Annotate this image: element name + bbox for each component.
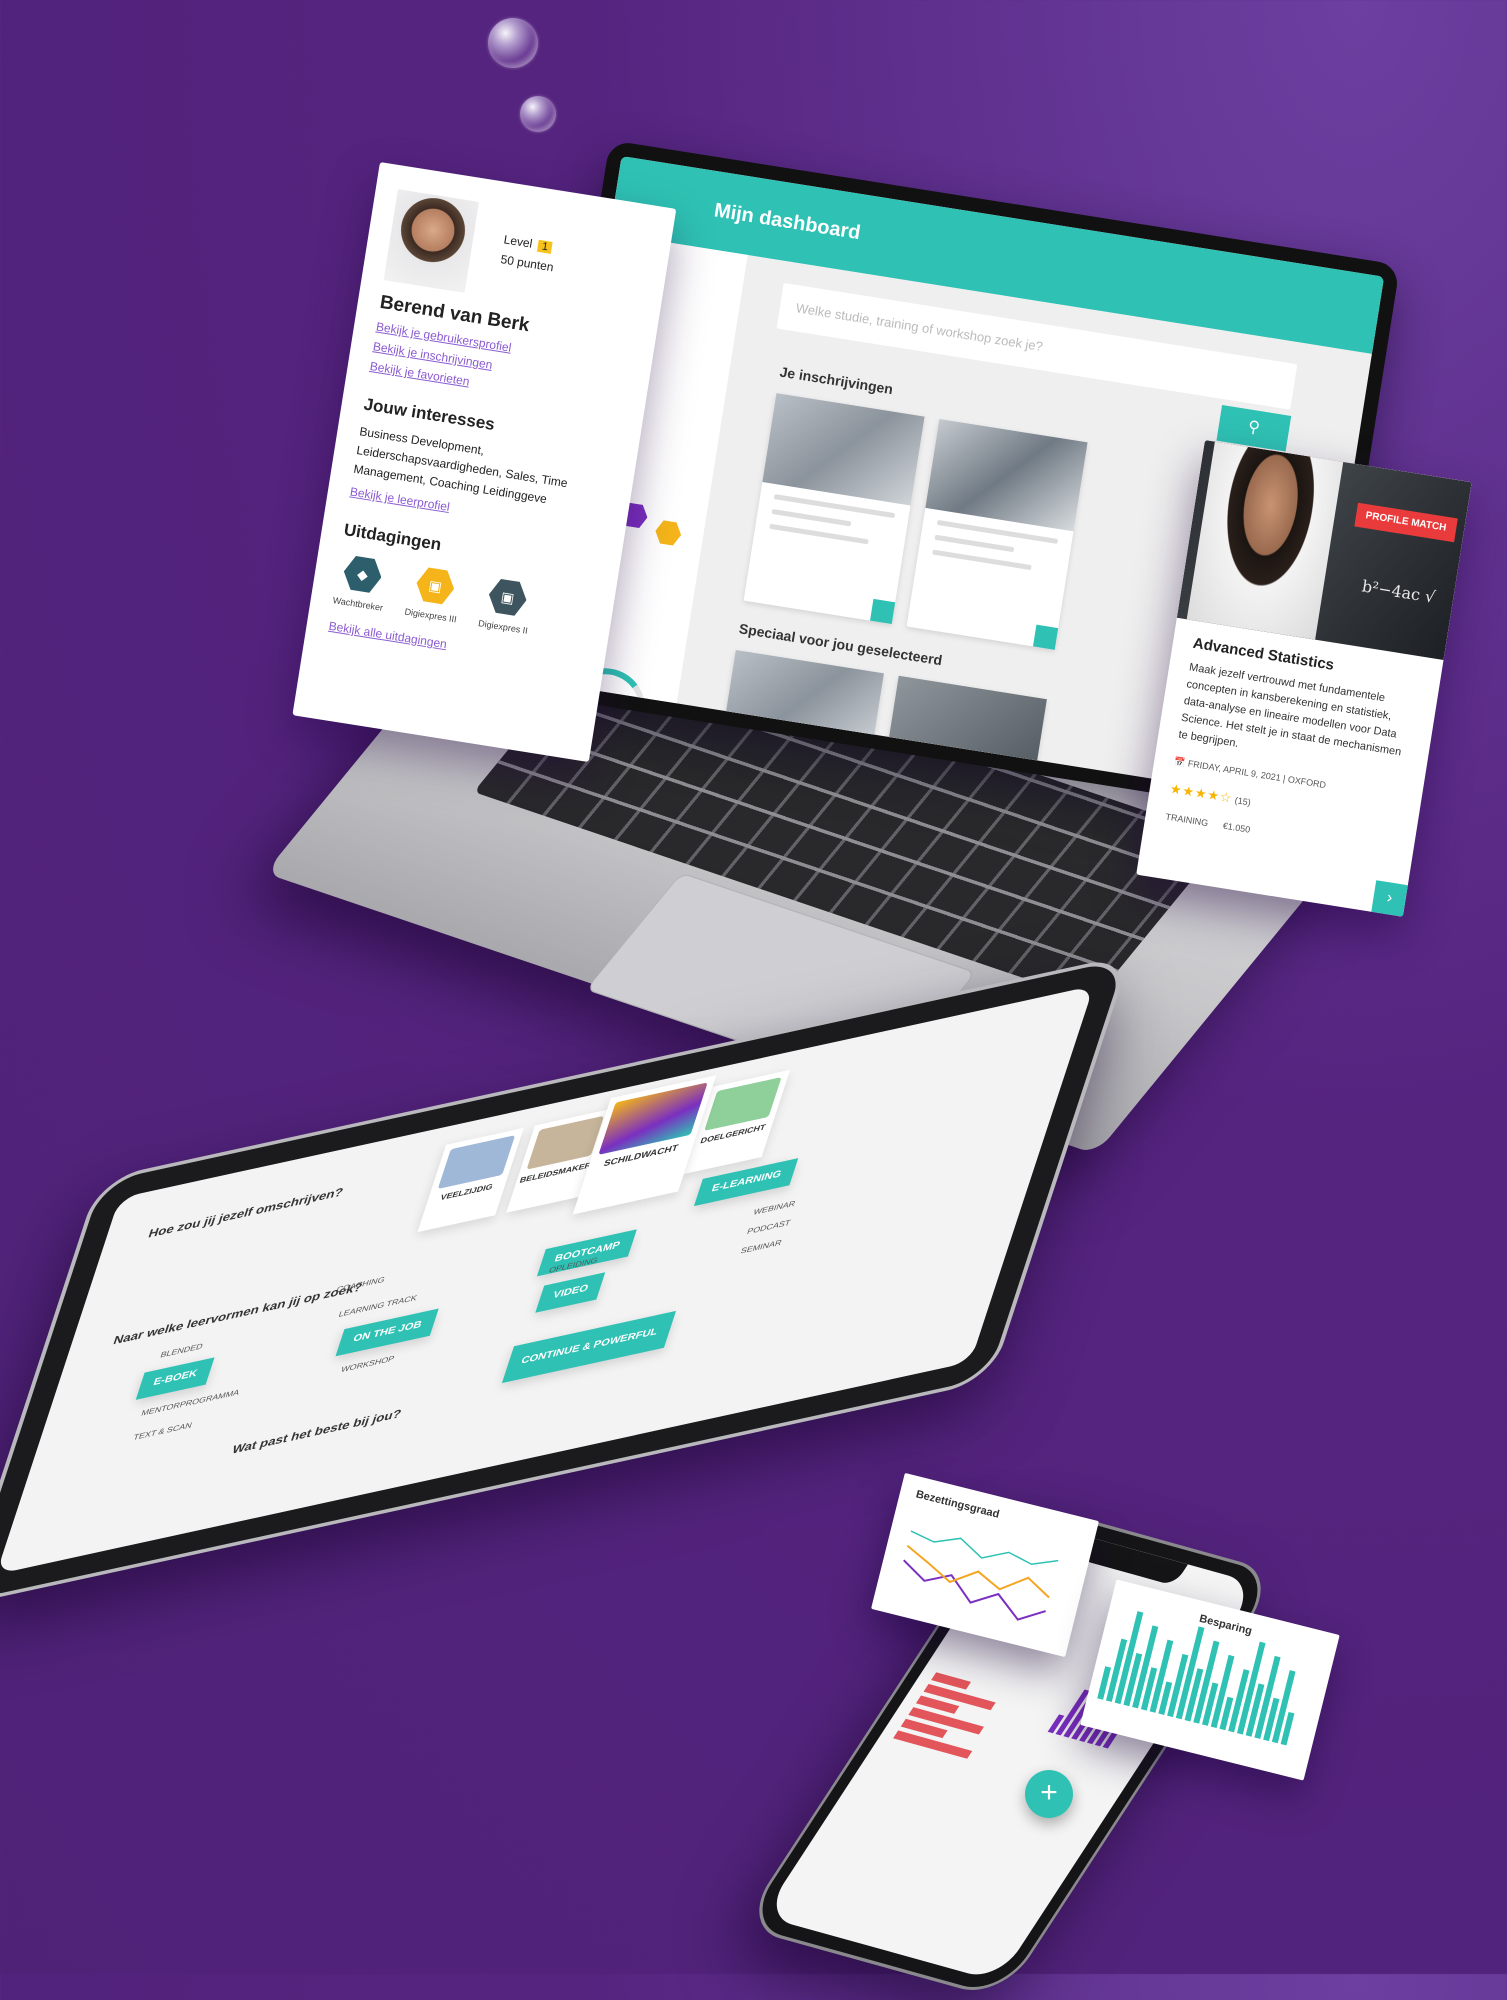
- rating-count: (15): [1234, 795, 1252, 808]
- text-placeholder: [769, 523, 869, 545]
- badge-label: Digiexpres III: [403, 606, 458, 625]
- puzzle-icon: ◆: [341, 553, 384, 596]
- search-icon: ⚲: [1246, 418, 1262, 438]
- red-bar-chart: [893, 1672, 996, 1759]
- occupancy-chart-card: Bezettingsgraad: [871, 1472, 1099, 1658]
- chart-line-purple: [903, 1559, 1046, 1621]
- question-best-fit: Wat past het beste bij jou?: [230, 1406, 404, 1457]
- course-image: [762, 393, 925, 506]
- badge-label: Digiexpres II: [477, 618, 529, 636]
- option-chip[interactable]: E-BOEK: [135, 1357, 215, 1400]
- challenge-badge[interactable]: ◆ Wachtbreker: [332, 552, 391, 613]
- challenge-badge[interactable]: ▣ Digiexpres II: [478, 575, 536, 636]
- section-title-inschrijvingen: Je inschrijvingen: [778, 363, 895, 398]
- option-text[interactable]: WEBINAR: [752, 1199, 796, 1217]
- star-rating: ★★★★☆: [1168, 780, 1234, 806]
- chart-line-teal: [910, 1530, 1059, 1566]
- option-text[interactable]: COACHING: [335, 1275, 386, 1294]
- course-price: €1.050: [1222, 820, 1251, 835]
- option-chip[interactable]: VIDEO: [535, 1272, 606, 1313]
- question-learning-forms: Naar welke leervormen kan jij op zoek?: [111, 1279, 365, 1348]
- course-photo-person: [1186, 441, 1344, 640]
- option-text[interactable]: BLENDED: [159, 1342, 204, 1360]
- card-illustration: [437, 1135, 516, 1189]
- open-course-button[interactable]: [1032, 624, 1059, 650]
- level-label: Level: [502, 232, 534, 251]
- text-placeholder: [771, 508, 852, 527]
- option-text[interactable]: SEMINAR: [740, 1238, 783, 1256]
- card-illustration: [704, 1077, 782, 1131]
- level-value: 1: [537, 239, 553, 254]
- monitor-icon: ▣: [414, 564, 457, 607]
- level-info: Level 1 50 punten: [500, 232, 558, 274]
- option-chip[interactable]: CONTINUE & POWERFUL: [501, 1310, 677, 1384]
- profile-match-badge: PROFILE MATCH: [1353, 502, 1458, 543]
- occupancy-line-chart: [903, 1530, 1059, 1621]
- personality-card[interactable]: VEELZIJDIG: [417, 1127, 524, 1233]
- open-course-button[interactable]: [870, 598, 896, 625]
- question-describe-yourself: Hoe zou jij jezelf omschrijven?: [146, 1184, 346, 1241]
- monitor-icon: ▣: [486, 576, 529, 619]
- chalkboard-formula: b²−4ac √: [1360, 576, 1437, 607]
- challenge-badge[interactable]: ▣ Digiexpres III: [404, 563, 464, 625]
- plus-icon: +: [1040, 1776, 1058, 1809]
- course-card[interactable]: [906, 418, 1088, 650]
- badge-label: Wachtbreker: [332, 595, 384, 613]
- phone-notch: [1078, 1537, 1188, 1586]
- option-text[interactable]: TEXT & SCAN: [132, 1421, 193, 1442]
- text-placeholder: [934, 534, 1015, 553]
- bubble-decoration: [520, 96, 556, 132]
- open-course-button[interactable]: ›: [1371, 880, 1408, 917]
- text-placeholder: [932, 549, 1032, 571]
- avatar: [383, 189, 479, 293]
- bubble-decoration: [488, 18, 538, 68]
- option-text[interactable]: PODCAST: [746, 1218, 792, 1236]
- course-type: TRAINING: [1164, 811, 1209, 829]
- points-label: 50 punten: [499, 252, 555, 275]
- chevron-right-icon: ›: [1385, 889, 1394, 907]
- card-illustration: [598, 1082, 708, 1155]
- add-button[interactable]: +: [1025, 1770, 1073, 1818]
- option-text[interactable]: WORKSHOP: [340, 1354, 396, 1374]
- badge-icon: [653, 518, 683, 548]
- course-image: [925, 418, 1088, 532]
- course-card[interactable]: [743, 393, 925, 625]
